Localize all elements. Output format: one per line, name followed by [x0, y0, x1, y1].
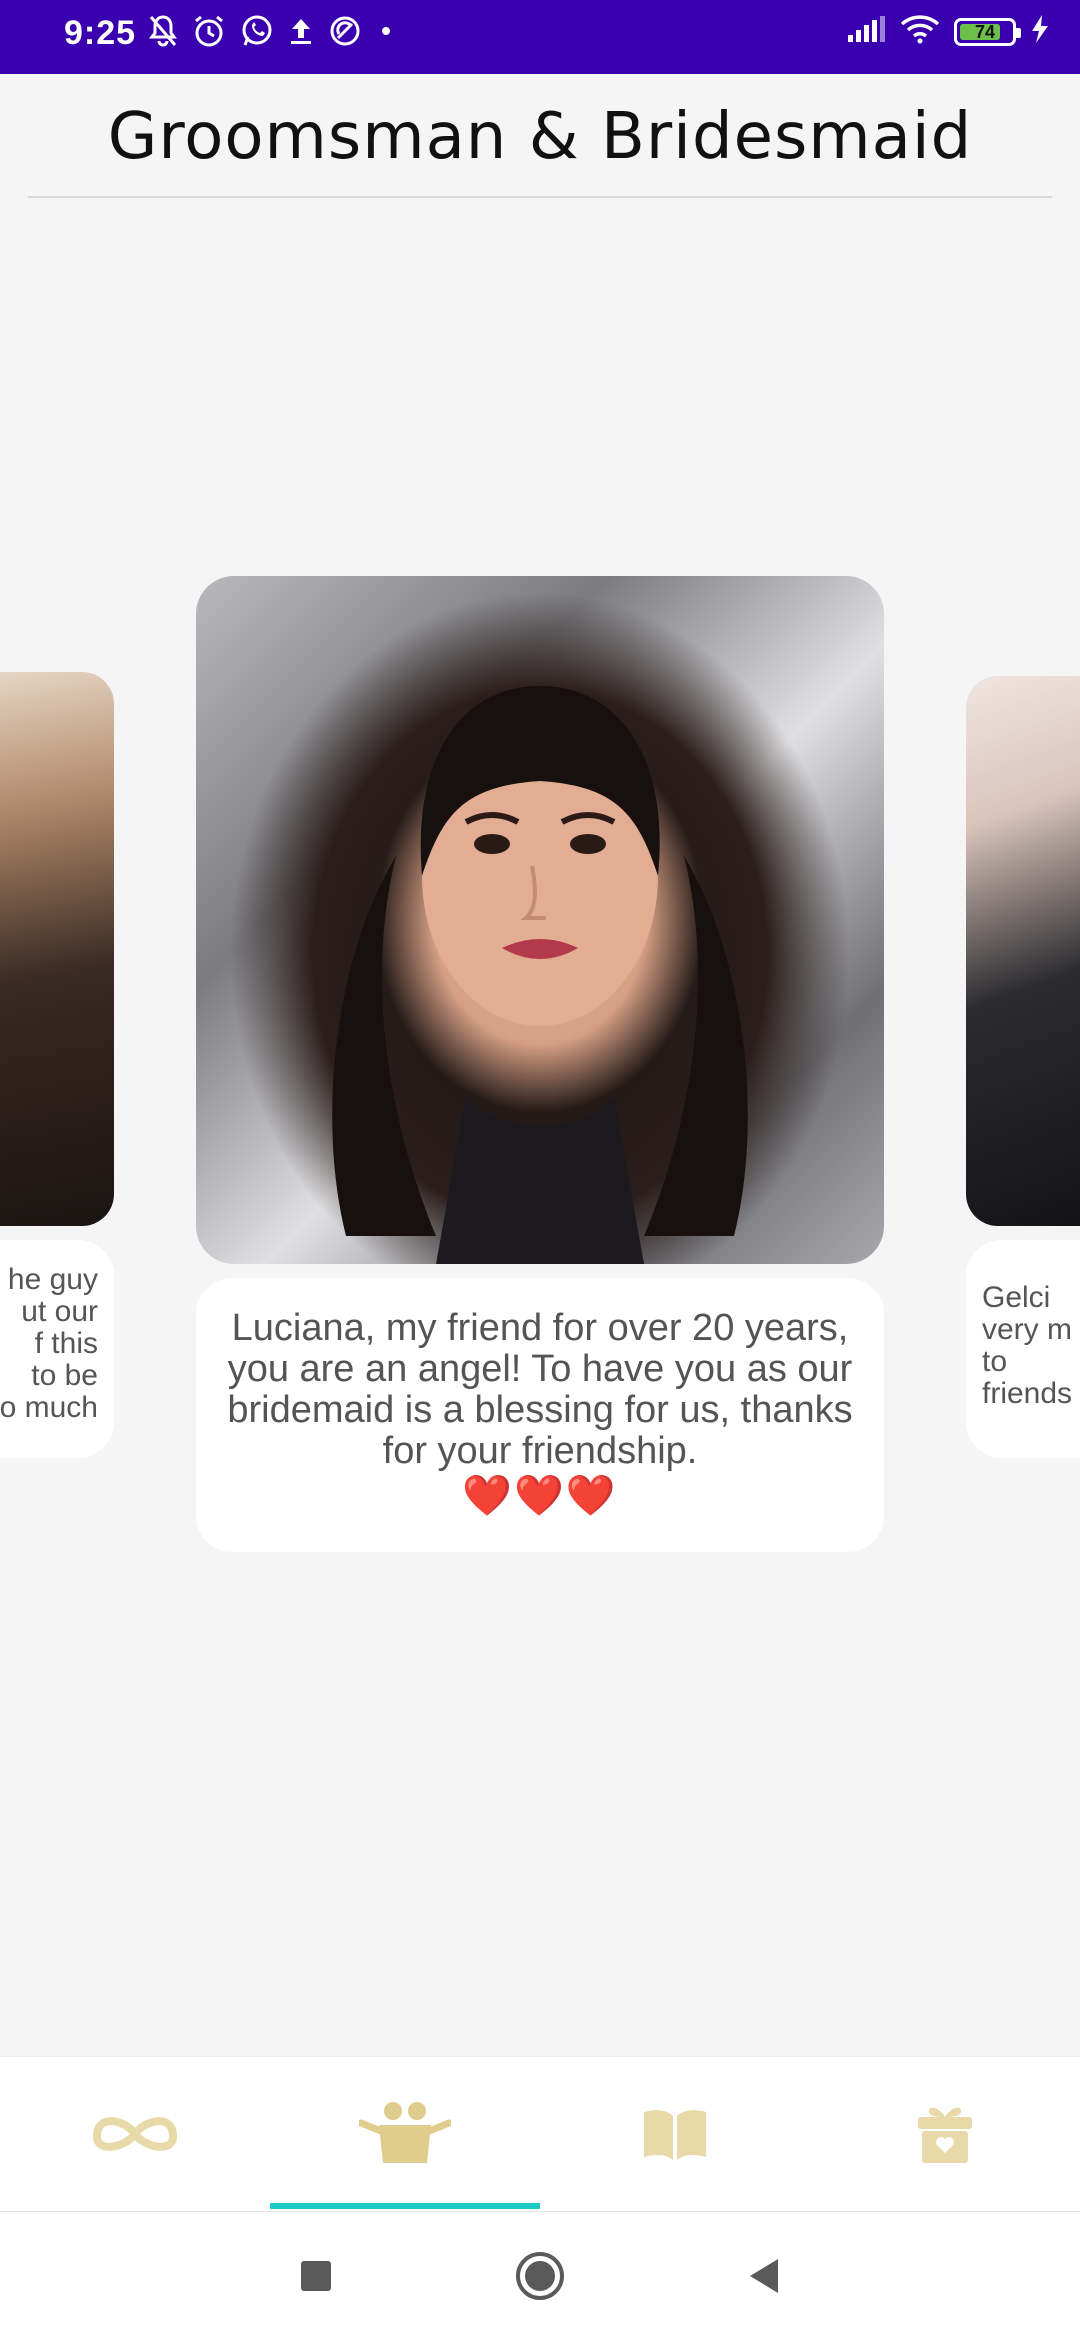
- book-icon: [644, 2110, 706, 2160]
- right-caption-line: friends: [982, 1377, 1073, 1410]
- hearts-emoji: ❤️❤️❤️: [462, 1474, 618, 1518]
- portrait-illustration: [332, 686, 748, 1264]
- left-card-photo[interactable]: [0, 672, 114, 1226]
- battery-level: 74: [974, 21, 996, 42]
- active-tab-indicator: [270, 2203, 540, 2209]
- couple-icon: [359, 2102, 451, 2163]
- gift-box-icon: [918, 2107, 972, 2163]
- back-triangle-icon: [750, 2259, 778, 2293]
- whatsapp-icon: [240, 14, 274, 48]
- circle-icon: [516, 2252, 564, 2300]
- left-caption-line: he guy: [7, 1263, 98, 1296]
- left-caption-line: o much: [0, 1391, 98, 1424]
- right-card-caption: Gelci very m to friends: [966, 1240, 1080, 1458]
- upload-icon: [288, 16, 314, 46]
- recents-button[interactable]: [278, 2238, 354, 2314]
- left-card-caption: he guy ut our f this to be o much: [0, 1240, 114, 1458]
- nav-tab-bridesmaids[interactable]: [270, 2057, 540, 2211]
- nav-tab-infinity[interactable]: [0, 2057, 270, 2211]
- system-status-icons: 74: [846, 14, 1050, 49]
- left-caption-line: to be: [31, 1359, 98, 1392]
- bridesmaid-caption: Luciana, my friend for over 20 years, yo…: [227, 1307, 853, 1472]
- home-button[interactable]: [502, 2238, 578, 2314]
- bridesmaid-caption-card: Luciana, my friend for over 20 years, yo…: [196, 1278, 884, 1552]
- right-caption-line: Gelci: [982, 1281, 1051, 1314]
- muted-bell-icon: [148, 14, 178, 48]
- right-caption-line: very m: [982, 1313, 1072, 1346]
- right-caption-line: to: [982, 1345, 1008, 1378]
- battery-icon: 74: [954, 17, 1021, 46]
- page-title: Groomsman & Bridesmaid: [107, 100, 973, 174]
- system-navigation-bar: [0, 2212, 1080, 2340]
- right-card-photo[interactable]: [966, 676, 1080, 1226]
- bridesmaid-photo[interactable]: [196, 576, 884, 1264]
- notification-icons: [148, 14, 390, 48]
- left-caption-line: ut our: [21, 1295, 98, 1328]
- nav-tab-story[interactable]: [540, 2057, 810, 2211]
- charging-icon: [1030, 14, 1050, 49]
- back-button[interactable]: [726, 2238, 802, 2314]
- wifi-icon: [900, 14, 940, 49]
- signal-icon: [846, 15, 886, 48]
- status-time: 9:25: [64, 14, 137, 52]
- dot-icon: [382, 27, 390, 35]
- title-divider: [28, 196, 1052, 198]
- left-caption-line: f this: [34, 1327, 98, 1360]
- bottom-navigation: [0, 2056, 1080, 2212]
- infinity-icon: [93, 2117, 177, 2151]
- sync-icon: [328, 14, 362, 48]
- square-icon: [301, 2261, 331, 2291]
- nav-tab-gifts[interactable]: [810, 2057, 1080, 2211]
- alarm-icon: [192, 14, 226, 48]
- status-bar: 9:25 74: [0, 0, 1080, 74]
